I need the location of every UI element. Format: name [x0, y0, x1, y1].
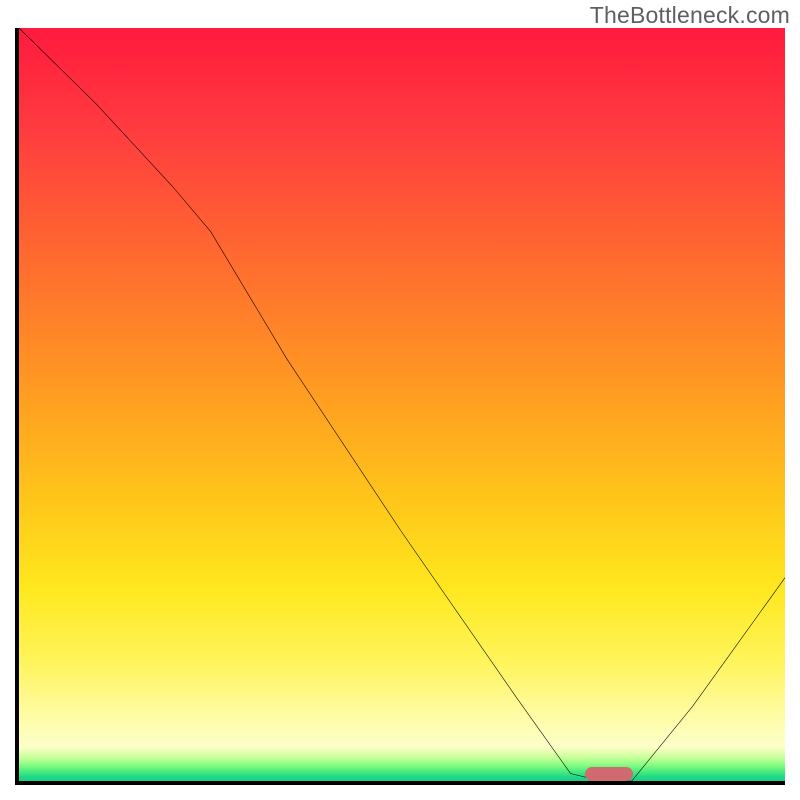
optimal-marker	[585, 767, 633, 781]
plot-area	[15, 28, 785, 785]
bottleneck-curve	[19, 28, 785, 781]
chart-frame: TheBottleneck.com	[0, 0, 800, 800]
watermark-text: TheBottleneck.com	[590, 2, 790, 29]
